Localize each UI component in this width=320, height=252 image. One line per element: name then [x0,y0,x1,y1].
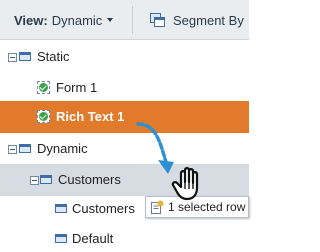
view-value: Dynamic [51,12,103,28]
tree-item-dynamic[interactable]: Dynamic [0,133,249,165]
toolbar: View: Dynamic Segment By [0,0,249,40]
folder-icon [40,175,52,184]
collapse-toggle-icon[interactable] [30,176,39,185]
folder-icon [55,234,67,243]
toolbar-divider [132,6,133,34]
segment-by-button[interactable]: Segment By [140,0,244,40]
tree-item-static[interactable]: Static [0,41,249,73]
collapse-toggle-icon[interactable] [8,53,17,62]
view-dropdown-button[interactable]: View: Dynamic [0,0,132,40]
tree-item-customers-folder[interactable]: Customers [0,164,249,196]
tree-item-label: Form 1 [56,80,98,95]
chevron-down-icon [107,18,114,22]
tree-item-label: Customers [72,201,135,216]
folder-icon [19,144,31,153]
folder-icon [19,52,31,61]
folder-icon [55,204,67,213]
segment-by-label: Segment By [173,12,244,28]
tree-item-label: Dynamic [37,141,88,156]
hand-cursor-icon [171,167,199,201]
tree-item-default[interactable]: Default [0,223,249,252]
rich-text-check-icon [37,110,50,123]
drag-rows-icon [151,200,164,214]
tree-item-rich-text-1[interactable]: Rich Text 1 [0,101,249,133]
form-check-icon [37,81,50,94]
tree-item-label: Default [72,231,114,246]
tree-item-label: Static [37,49,70,64]
collapse-toggle-icon[interactable] [8,145,17,154]
tree-item-label: Rich Text 1 [56,109,125,124]
tree-item-label: Customers [58,172,121,187]
tree-item-form-1[interactable]: Form 1 [0,72,249,104]
view-label: View: [14,12,48,28]
segment-icon [150,12,165,27]
